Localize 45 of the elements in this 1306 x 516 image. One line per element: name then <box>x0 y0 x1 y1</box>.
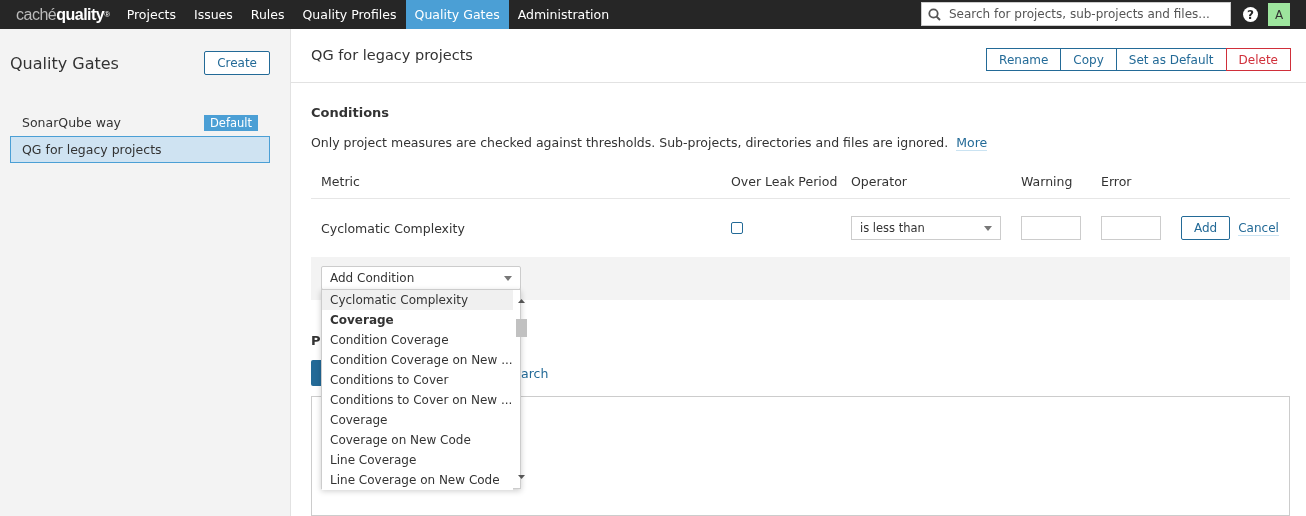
caret-icon <box>984 225 992 231</box>
more-link[interactable]: More <box>956 135 988 151</box>
cancel-link[interactable]: Cancel <box>1238 220 1279 236</box>
column-header: Operator <box>851 173 908 189</box>
nav-tab[interactable]: Administration <box>508 0 619 29</box>
help-icon[interactable]: ? <box>1243 7 1258 22</box>
nav-tab[interactable]: Quality Profiles <box>293 0 406 29</box>
column-header: Error <box>1101 173 1133 189</box>
dropdown-option[interactable]: Condition Coverage on New ... <box>322 350 513 370</box>
gate-name: QG for legacy projects <box>22 142 162 157</box>
section-title: Conditions <box>311 105 391 120</box>
user-avatar[interactable]: A <box>1268 3 1290 26</box>
action-button[interactable]: Set as Default <box>1115 48 1227 71</box>
search-field[interactable]: Search for projects, sub-projects and files... <box>921 2 1231 26</box>
action-button[interactable]: Rename <box>986 48 1062 71</box>
sidebar-title: Quality Gates <box>10 53 119 73</box>
leak-period-checkbox[interactable] <box>731 222 743 234</box>
column-header: Metric <box>321 173 361 189</box>
gate-name: SonarQube way <box>22 115 121 130</box>
gate-list-item[interactable]: QG for legacy projects <box>10 136 270 163</box>
nav-tab[interactable]: Rules <box>241 0 294 29</box>
conditions-note: Only project measures are checked against thresholds. Sub-projects, directories and files are ignored. <box>311 135 949 150</box>
action-button[interactable]: Copy <box>1060 48 1117 71</box>
section-title: P <box>311 333 321 348</box>
nav-tab[interactable]: Issues <box>184 0 242 29</box>
search-link[interactable]: arch <box>521 365 549 381</box>
add-condition-select[interactable]: Add Condition <box>321 266 521 290</box>
dropdown-option[interactable]: Conditions to Cover on New ... <box>322 390 513 410</box>
nav-tab[interactable]: Projects <box>117 0 185 29</box>
dropdown-option[interactable]: Line Coverage on New Code <box>322 470 513 490</box>
warning-input[interactable] <box>1021 216 1081 240</box>
caret-icon <box>504 275 512 281</box>
search-icon <box>928 7 941 21</box>
column-header: Over Leak Period <box>731 173 839 189</box>
column-header: Warning <box>1021 173 1074 189</box>
add-button[interactable]: Add <box>1181 216 1231 240</box>
default-badge: Default <box>203 114 258 131</box>
delete-button[interactable]: Delete <box>1225 48 1291 71</box>
dropdown-option[interactable]: Cyclomatic Complexity <box>322 290 513 310</box>
gate-list-item[interactable]: SonarQube way Default <box>10 109 270 136</box>
gate-title: QG for legacy projects <box>311 46 473 63</box>
create-button[interactable]: Create <box>204 51 270 75</box>
operator-select[interactable]: is less than <box>851 216 1001 240</box>
error-input[interactable] <box>1101 216 1161 240</box>
metric-name: Cyclomatic Complexity <box>321 220 466 236</box>
